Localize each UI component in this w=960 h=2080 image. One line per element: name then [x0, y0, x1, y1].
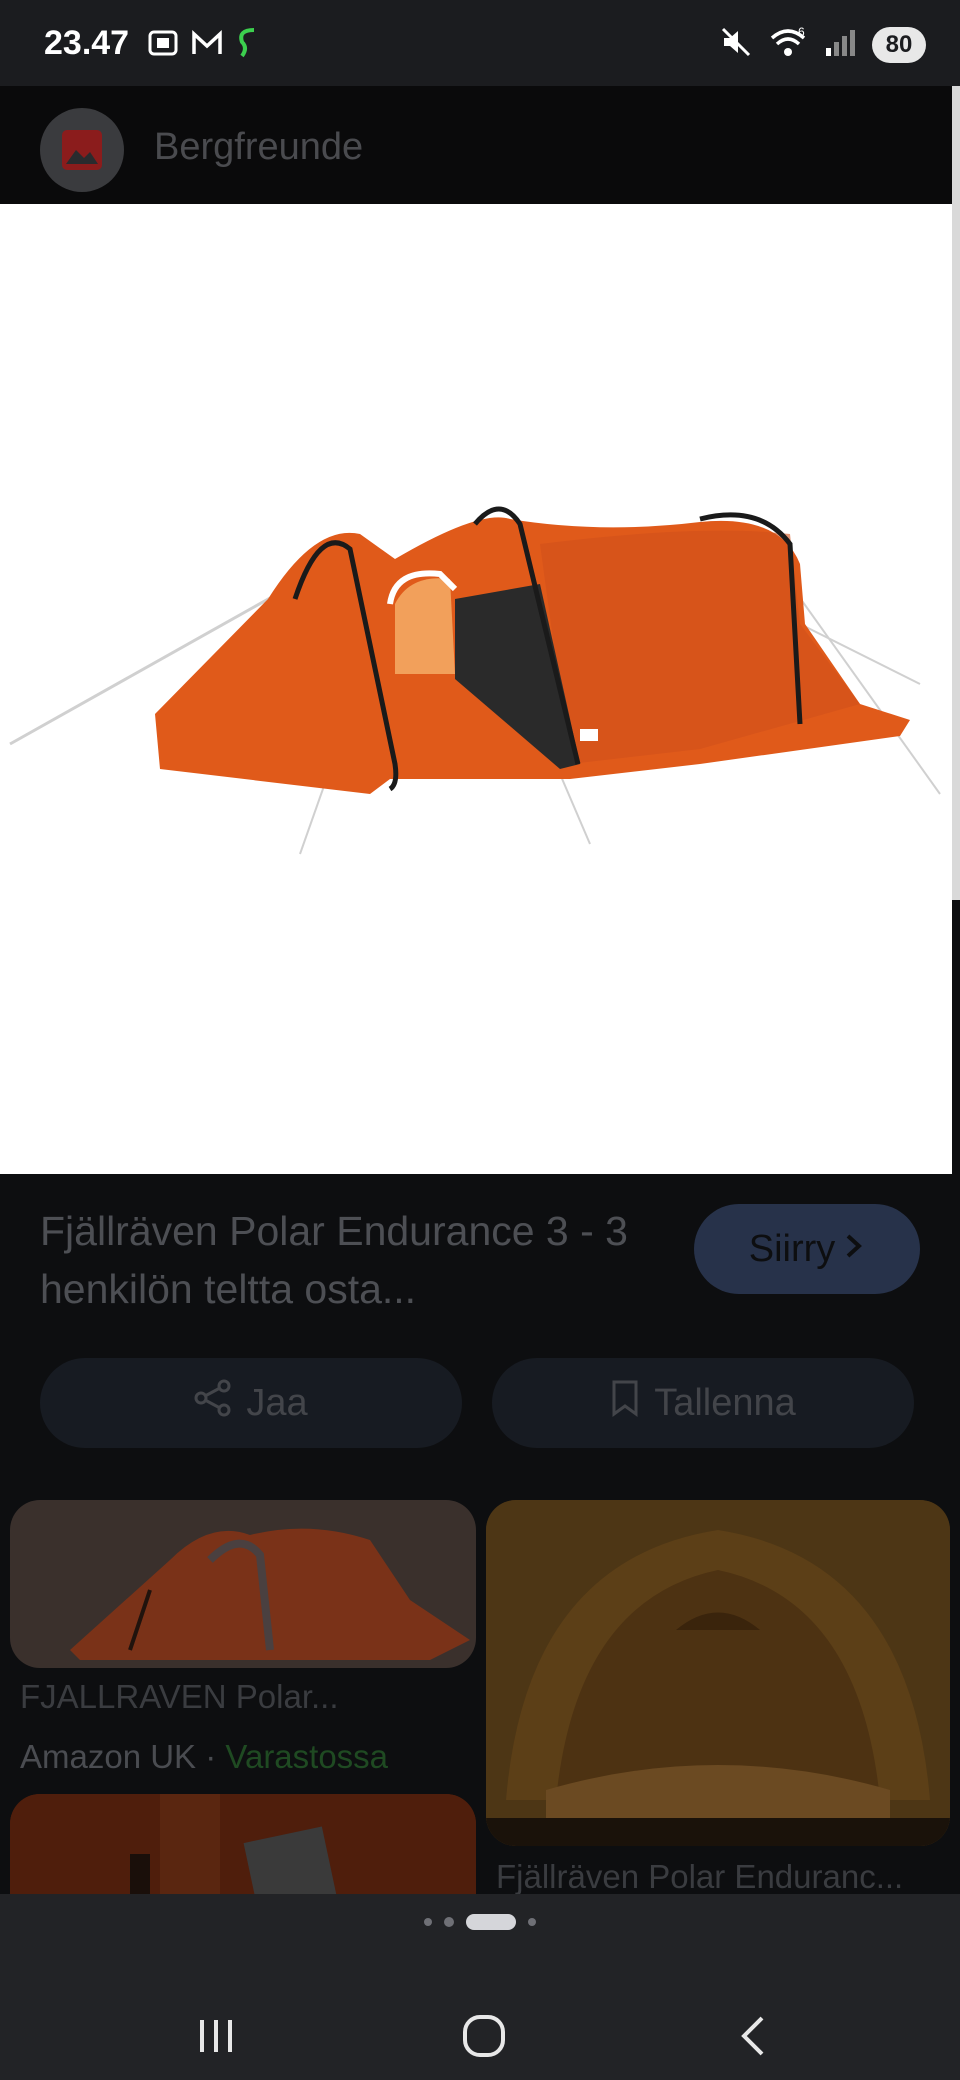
source-name[interactable]: Bergfreunde	[154, 126, 363, 169]
wifi-icon: 6	[768, 25, 808, 63]
stock-status-1: Varastossa	[225, 1738, 389, 1775]
scrollbar[interactable]	[952, 86, 960, 900]
status-icons-right: 6 80	[720, 25, 926, 63]
page-dot-2	[444, 1917, 454, 1927]
page-dot-active	[466, 1914, 516, 1930]
related-source-name-1: Amazon UK	[20, 1738, 197, 1775]
related-separator-1: ·	[196, 1738, 226, 1775]
back-icon	[741, 2016, 764, 2056]
back-button[interactable]	[714, 1996, 794, 2076]
home-button[interactable]	[444, 1996, 524, 2076]
share-label: Jaa	[246, 1381, 308, 1424]
visit-label: Siirry	[748, 1227, 836, 1270]
recent-apps-button[interactable]	[176, 1996, 256, 2076]
related-image-1[interactable]	[10, 1500, 476, 1668]
related-title-2[interactable]: Fjällräven Polar Enduranc...	[496, 1858, 946, 1894]
visit-button[interactable]: Siirry	[694, 1204, 920, 1294]
related-image-2[interactable]	[486, 1500, 950, 1846]
mute-icon	[720, 26, 752, 63]
related-source-1: Amazon UK · Varastossa	[20, 1738, 388, 1776]
save-button[interactable]: Tallenna	[492, 1358, 914, 1448]
image-icon	[62, 130, 102, 170]
share-icon	[194, 1379, 232, 1427]
status-bar: 23.47 6 80	[0, 0, 960, 86]
svg-text:6: 6	[798, 26, 805, 39]
page-dot-1	[424, 1918, 432, 1926]
related-title-1[interactable]: FJALLRAVEN Polar...	[20, 1678, 450, 1716]
battery-icon: 80	[872, 26, 926, 63]
signal-icon	[824, 26, 856, 63]
source-favicon[interactable]	[40, 108, 124, 192]
save-label: Tallenna	[654, 1381, 796, 1424]
gmail-icon	[190, 26, 224, 65]
product-title[interactable]: Fjällräven Polar Endurance 3 - 3 henkilö…	[40, 1202, 660, 1318]
related-image-3[interactable]	[10, 1794, 476, 1894]
viewer-header	[0, 86, 960, 204]
app-s-icon	[234, 26, 260, 65]
status-time: 23.47	[44, 24, 130, 62]
chevron-right-icon	[843, 1228, 865, 1271]
page-dot-4	[528, 1918, 536, 1926]
status-icons-left	[146, 26, 260, 65]
share-button[interactable]: Jaa	[40, 1358, 462, 1448]
screenshot-icon	[146, 26, 180, 65]
page-indicator	[0, 1914, 960, 1930]
home-icon	[463, 2015, 505, 2057]
info-section: Fjällräven Polar Endurance 3 - 3 henkilö…	[0, 1174, 960, 1894]
tent-image	[9, 506, 941, 855]
recent-apps-icon	[200, 2020, 232, 2052]
main-product-image[interactable]	[0, 204, 952, 1174]
bookmark-icon	[610, 1379, 640, 1427]
navigation-bar	[0, 1894, 960, 2080]
